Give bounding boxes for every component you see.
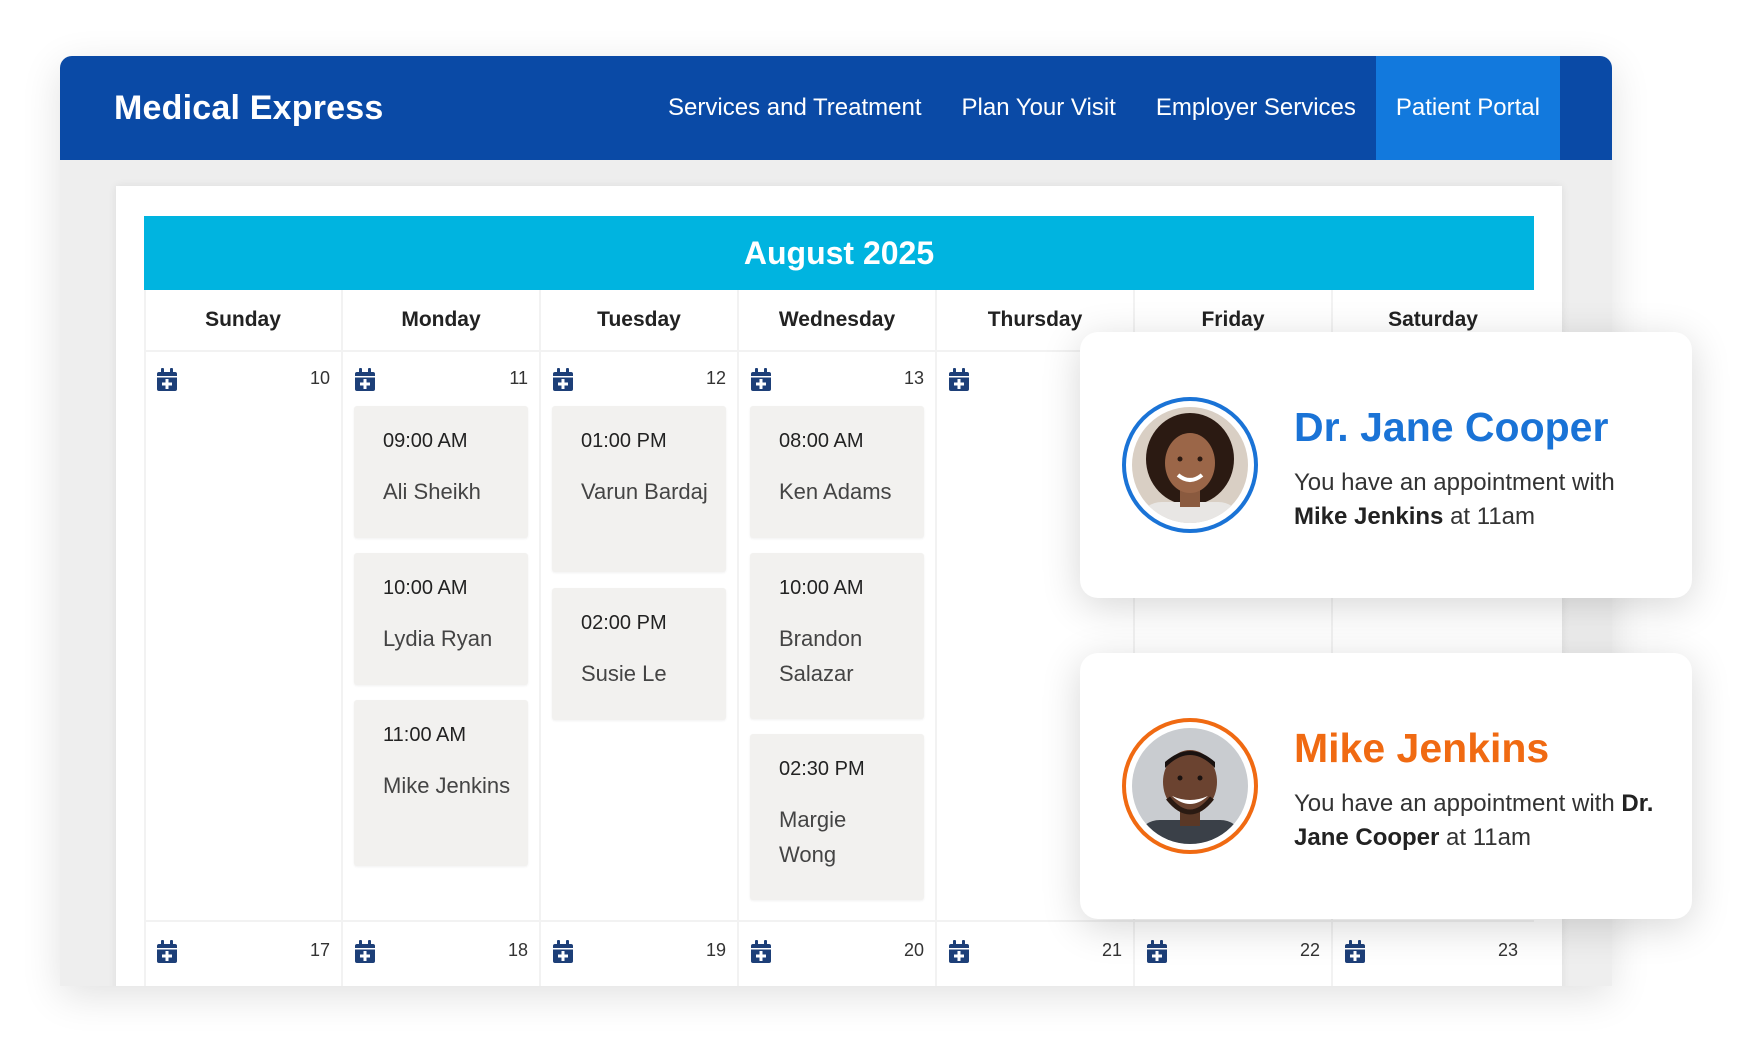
appointment-card[interactable]: 10:00 AM Brandon Salazar [750,553,924,719]
appointment-card[interactable]: 02:00 PM Susie Le [552,588,726,720]
calendar-plus-icon[interactable] [156,940,178,964]
appointment-patient: Varun Bardaj [581,479,708,504]
card-message-highlight: Mike Jenkins [1294,503,1444,530]
date-number: 18 [507,940,528,960]
appointment-time: 09:00 AM [383,430,468,452]
weekday-wednesday: Wednesday [738,290,936,352]
card-name: Dr. Jane Cooper [1294,404,1609,450]
calendar-plus-icon[interactable] [750,368,772,392]
date-number: 17 [309,940,330,960]
appointment-patient: Ken Adams [779,479,892,504]
date-number: 20 [903,940,924,960]
nav-plan-your-visit[interactable]: Plan Your Visit [942,56,1136,160]
appointment-time: 02:00 PM [581,612,667,634]
card-message-text: at 11am [1439,824,1531,851]
appointment-time: 10:00 AM [779,577,864,599]
grid-line [737,290,739,986]
weekday-tuesday: Tuesday [540,290,738,352]
doctor-avatar-ring [1122,397,1258,533]
appointment-card[interactable]: 09:00 AM Ali Sheikh [354,406,528,538]
appointment-time: 08:00 AM [779,430,864,452]
appointment-card[interactable]: 11:00 AM Mike Jenkins [354,700,528,866]
nav-services-and-treatment[interactable]: Services and Treatment [648,56,941,160]
appointment-card[interactable]: 08:00 AM Ken Adams [750,406,924,538]
nav-employer-services[interactable]: Employer Services [1136,56,1376,160]
appointment-patient: Ali Sheikh [383,479,481,504]
card-message-text: You have an appointment with [1294,469,1615,496]
appointment-patient: Susie Le [581,661,667,686]
grid-line [539,290,541,986]
date-number: 10 [309,368,330,388]
calendar-plus-icon[interactable] [354,368,376,392]
appointment-patient: Lydia Ryan [383,626,493,651]
card-message: You have an appointment with Dr. Jane Co… [1294,787,1674,855]
calendar-plus-icon[interactable] [948,368,970,392]
top-navbar: Medical Express Services and Treatment P… [60,56,1612,160]
date-number: 11 [509,368,528,388]
card-message-text: You have an appointment with [1294,790,1622,817]
notification-card-patient[interactable]: Mike Jenkins You have an appointment wit… [1080,653,1692,919]
calendar-plus-icon[interactable] [1146,940,1168,964]
appointment-patient: Mike Jenkins [383,773,511,798]
calendar-plus-icon[interactable] [354,940,376,964]
appointment-patient: Brandon Salazar [779,626,863,686]
main-nav: Services and Treatment Plan Your Visit E… [648,56,1560,160]
avatar [1132,728,1248,844]
grid-line [935,290,937,986]
avatar [1132,407,1248,523]
appointment-card[interactable]: 02:30 PM Margie Wong [750,734,924,900]
card-name: Mike Jenkins [1294,725,1550,771]
card-message: You have an appointment with Mike Jenkin… [1294,466,1674,534]
date-number: 12 [705,368,726,388]
notification-card-doctor[interactable]: Dr. Jane Cooper You have an appointment … [1080,332,1692,598]
month-title: August 2025 [144,216,1534,290]
appointment-time: 01:00 PM [581,430,667,452]
appointment-card[interactable]: 01:00 PM Varun Bardaj [552,406,726,572]
date-number: 22 [1299,940,1320,960]
nav-patient-portal[interactable]: Patient Portal [1375,56,1560,160]
date-number: 19 [705,940,726,960]
grid-line [144,290,146,986]
appointment-time: 11:00 AM [383,724,467,746]
calendar-plus-icon[interactable] [552,368,574,392]
grid-line [341,290,343,986]
week-divider [144,920,1534,922]
appointment-patient: Margie Wong [779,807,847,867]
calendar-plus-icon[interactable] [948,940,970,964]
weekday-sunday: Sunday [144,290,342,352]
calendar-plus-icon[interactable] [156,368,178,392]
appointment-time: 02:30 PM [779,758,865,780]
appointment-time: 10:00 AM [383,577,468,599]
appointment-card[interactable]: 10:00 AM Lydia Ryan [354,553,528,685]
calendar-plus-icon[interactable] [750,940,772,964]
brand-logo[interactable]: Medical Express [114,56,383,160]
calendar-plus-icon[interactable] [552,940,574,964]
date-number: 23 [1497,940,1518,960]
date-number: 21 [1101,940,1122,960]
weekday-monday: Monday [342,290,540,352]
card-message-text: at 11am [1443,503,1536,530]
date-number: 13 [903,368,924,388]
patient-avatar-ring [1122,718,1258,854]
calendar-plus-icon[interactable] [1344,940,1366,964]
